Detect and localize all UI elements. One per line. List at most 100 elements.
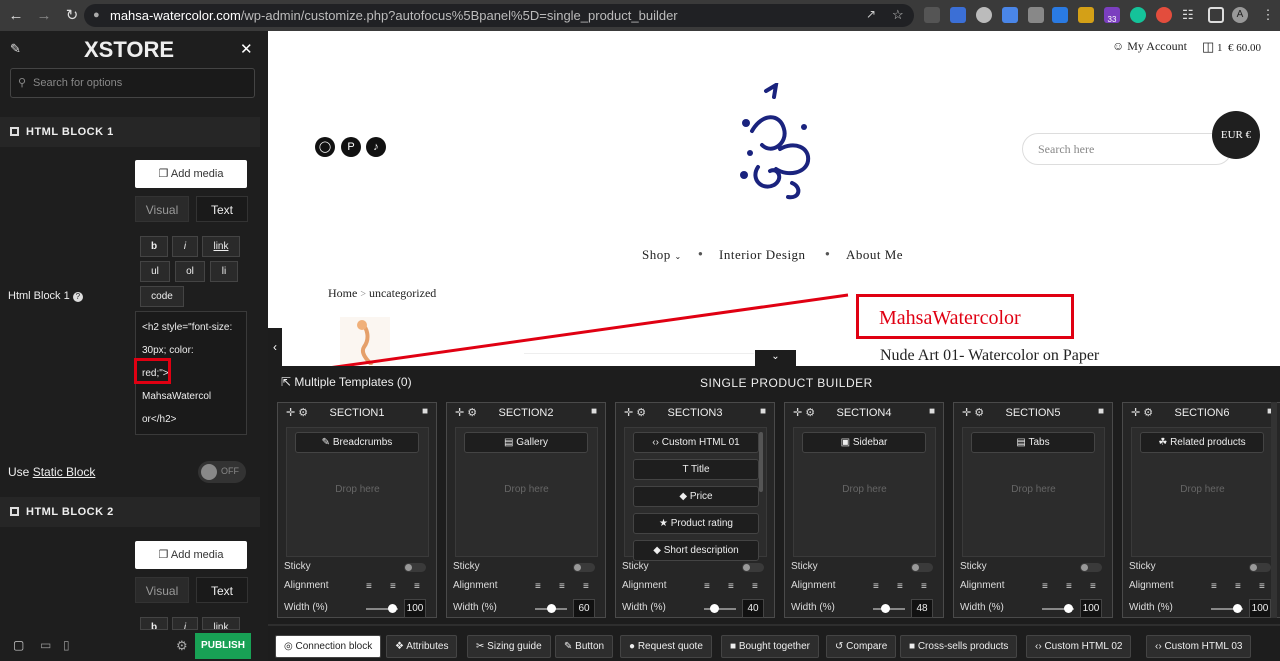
sticky-toggle[interactable] [911,563,933,572]
align-right-icon[interactable]: ≡ [752,581,758,592]
section-drop-zone[interactable]: ▤ Gallery Drop here [455,427,598,557]
trash-icon[interactable]: ■ [1098,406,1104,417]
share-icon[interactable]: ↗ [866,7,882,23]
currency-switcher[interactable]: EUR € [1212,111,1260,159]
tab-text-2[interactable]: Text [196,577,248,603]
builder-section[interactable]: ✛ ⚙ SECTION6 ■ ☘ Related products Drop here S… [1122,402,1280,618]
palette-block[interactable]: ❖ Attributes [386,635,458,658]
rss-extension-icon[interactable] [1078,7,1094,23]
builder-section[interactable]: ✛ ⚙ SECTION4 ■ ▣ Sidebar Drop here Sticky Alig… [784,402,944,618]
desktop-icon[interactable]: ▢ [13,638,24,652]
settings-gear-icon[interactable]: ⚙ [176,638,188,654]
align-right-icon[interactable]: ≡ [1259,581,1265,592]
slider-knob[interactable] [1233,604,1242,613]
trash-icon[interactable]: ■ [929,406,935,417]
palette-block[interactable]: ● Request quote [620,635,712,658]
builder-element-chip[interactable]: ‹› Custom HTML 01 [633,432,759,453]
width-value[interactable]: 100 [1080,599,1102,618]
align-right-icon[interactable]: ≡ [1090,581,1096,592]
new-extension-icon[interactable] [1052,7,1068,23]
cart-link[interactable]: ◫ 1 € 60.00 [1202,39,1261,55]
translate-extension-icon[interactable] [1002,7,1018,23]
html-block-2-header[interactable]: HTML BLOCK 2 [0,497,260,527]
sticky-toggle[interactable] [404,563,426,572]
builder-element-chip[interactable]: T Title [633,459,759,480]
builder-element-chip[interactable]: ▤ Tabs [971,432,1095,453]
trash-icon[interactable]: ■ [422,406,428,417]
builder-element-chip[interactable]: ◆ Short description [633,540,759,561]
width-value[interactable]: 48 [911,599,933,618]
builder-section[interactable]: ✛ ⚙ SECTION2 ■ ▤ Gallery Drop here Sticky Alig… [446,402,606,618]
add-media-button-2[interactable]: ❐ Add media [135,541,247,569]
sticky-toggle[interactable] [1249,563,1271,572]
align-left-icon[interactable]: ≡ [1042,581,1048,592]
italic-button-2[interactable]: i [172,617,198,630]
slider-knob[interactable] [881,604,890,613]
static-block-toggle[interactable]: OFF [198,461,246,483]
static-block-link[interactable]: Static Block [33,465,96,479]
publish-button[interactable]: PUBLISH [195,633,251,659]
align-center-icon[interactable]: ≡ [1235,581,1241,592]
builder-element-chip[interactable]: ☘ Related products [1140,432,1264,453]
reload-icon[interactable]: ↻ [64,7,80,24]
slider-knob[interactable] [547,604,556,613]
section-drop-zone[interactable]: ▣ Sidebar Drop here [793,427,936,557]
bold-button[interactable]: b [140,236,168,257]
builder-section[interactable]: ✛ ⚙ SECTION1 ■ ✎ Breadcrumbs Drop here Sticky… [277,402,437,618]
slider-knob[interactable] [1064,604,1073,613]
palette-block[interactable]: ‹› Custom HTML 03 [1146,635,1252,658]
builder-element-chip[interactable]: ◆ Price [633,486,759,507]
sticky-toggle[interactable] [573,563,595,572]
align-right-icon[interactable]: ≡ [414,581,420,592]
align-left-icon[interactable]: ≡ [535,581,541,592]
palette-block[interactable]: ↺ Compare [826,635,897,658]
grammarly-icon[interactable] [1130,7,1146,23]
builder-element-chip[interactable]: ▣ Sidebar [802,432,926,453]
bold-button-2[interactable]: b [140,617,168,630]
align-center-icon[interactable]: ≡ [897,581,903,592]
camera-extension-icon[interactable] [1028,7,1044,23]
my-account-link[interactable]: ☺ My Account [1112,39,1187,54]
builder-element-chip[interactable]: ▤ Gallery [464,432,588,453]
section-drop-zone[interactable]: ✎ Breadcrumbs Drop here [286,427,429,557]
section-drop-zone[interactable]: ‹› Custom HTML 01 T Title ◆ Price ★ Product… [624,427,767,561]
trash-icon[interactable]: ■ [591,406,597,417]
section-drop-zone[interactable]: ☘ Related products Drop here [1131,427,1274,557]
align-right-icon[interactable]: ≡ [921,581,927,592]
globe-extension-icon[interactable] [976,7,992,23]
builder-section[interactable]: ✛ ⚙ SECTION5 ■ ▤ Tabs Drop here Sticky Alignme… [953,402,1113,618]
tab-visual-2[interactable]: Visual [135,577,189,603]
builder-element-chip[interactable]: ★ Product rating [633,513,759,534]
align-left-icon[interactable]: ≡ [704,581,710,592]
sidepanel-icon[interactable] [1208,7,1224,23]
drop-zone-scrollbar[interactable] [759,432,763,492]
bookmark-star-icon[interactable]: ☆ [892,7,908,23]
align-right-icon[interactable]: ≡ [583,581,589,592]
puzzle-icon[interactable]: ☷ [1182,7,1198,23]
palette-block[interactable]: ✎ Button [555,635,614,658]
align-center-icon[interactable]: ≡ [728,581,734,592]
link-button-2[interactable]: link [202,617,240,630]
color-extension-icon[interactable] [1156,7,1172,23]
extension-icon[interactable] [924,7,940,23]
palette-block[interactable]: ‹› Custom HTML 02 [1026,635,1132,658]
help-icon[interactable]: ? [72,292,83,302]
align-left-icon[interactable]: ≡ [1211,581,1217,592]
collapse-sidebar-button[interactable]: ‹ [268,328,282,366]
palette-block[interactable]: ◎ Connection block [275,635,382,658]
tablet-icon[interactable]: ▭ [40,638,51,652]
palette-block[interactable]: ✂ Sizing guide [467,635,551,658]
palette-block[interactable]: ■ Cross-sells products [900,635,1018,658]
align-center-icon[interactable]: ≡ [390,581,396,592]
forward-icon[interactable]: → [36,7,52,24]
sticky-toggle[interactable] [1080,563,1102,572]
align-left-icon[interactable]: ≡ [873,581,879,592]
counter-extension-icon[interactable]: 33 [1104,7,1120,24]
site-search-input[interactable]: Search here [1022,133,1232,165]
address-bar[interactable]: ● mahsa-watercolor.com/wp-admin/customiz… [84,4,914,27]
width-value[interactable]: 40 [742,599,764,618]
more-icon[interactable]: ⋮ [1260,7,1276,23]
slider-knob[interactable] [388,604,397,613]
section-drop-zone[interactable]: ▤ Tabs Drop here [962,427,1105,557]
width-value[interactable]: 100 [1249,599,1271,618]
